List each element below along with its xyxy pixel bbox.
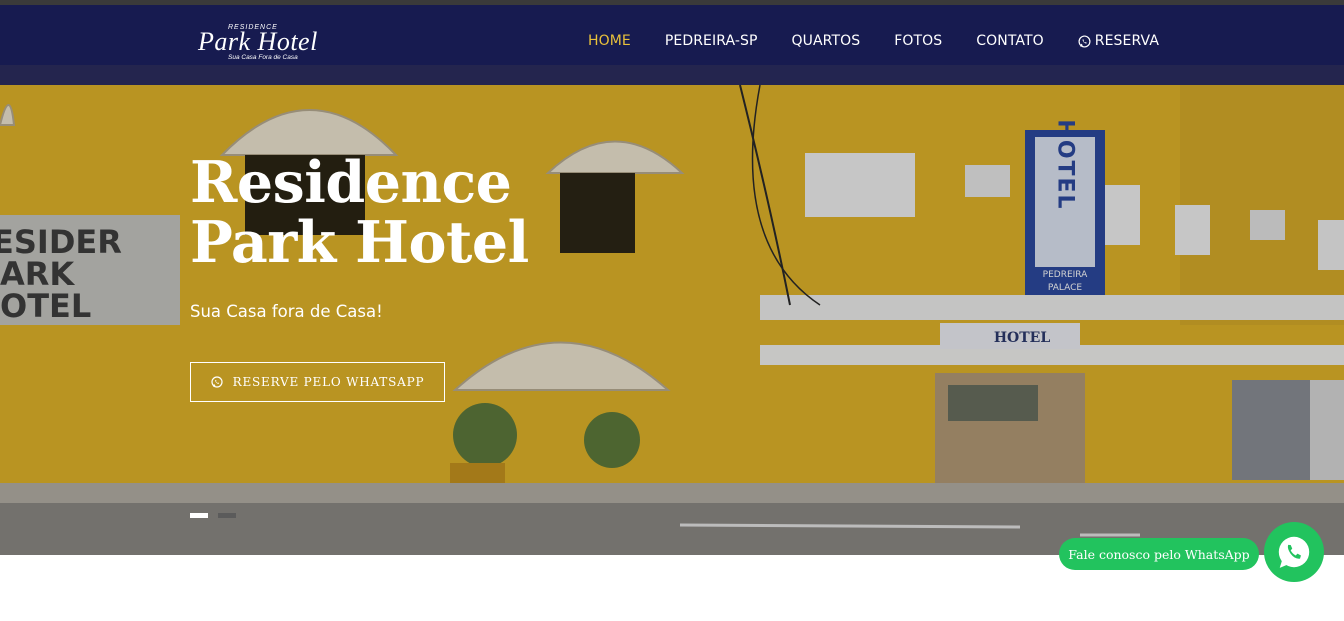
- reserve-whatsapp-button[interactable]: RESERVE PELO WHATSAPP: [190, 362, 445, 402]
- hero-title-line-2: Park Hotel: [190, 209, 529, 276]
- slider-dot-2[interactable]: [218, 513, 236, 518]
- nav-item-pedreira-sp[interactable]: PEDREIRA-SP: [665, 33, 758, 49]
- main-nav: HOME PEDREIRA-SP QUARTOS FOTOS CONTATO R…: [588, 33, 1159, 49]
- whatsapp-chat-button[interactable]: [1264, 522, 1324, 582]
- reserve-whatsapp-label: RESERVE PELO WHATSAPP: [232, 375, 425, 389]
- slider-pagination: [190, 513, 236, 518]
- whatsapp-icon: [1278, 536, 1310, 568]
- slider-dot-1[interactable]: [190, 513, 208, 518]
- nav-item-quartos[interactable]: QUARTOS: [792, 33, 861, 49]
- hero-title-line-1: Residence: [190, 149, 512, 216]
- hero-dark-overlay: [0, 5, 1344, 555]
- top-navbar: RESIDENCE Park Hotel Sua Casa Fora de Ca…: [0, 5, 1344, 85]
- top-border: [0, 0, 1344, 5]
- logo-main-text: Park Hotel: [198, 27, 318, 56]
- whatsapp-icon: [211, 376, 223, 388]
- hero-title: Residence Park Hotel: [190, 153, 529, 273]
- nav-reserva-label: RESERVA: [1094, 33, 1159, 49]
- nav-item-reserva[interactable]: RESERVA: [1078, 33, 1159, 49]
- hero-subtitle: Sua Casa fora de Casa!: [190, 302, 383, 321]
- hero-slider: ESIDER ARK OTEL HOTEL PEDREIRA PALACE HO…: [0, 5, 1344, 555]
- hotel-logo[interactable]: RESIDENCE Park Hotel Sua Casa Fora de Ca…: [198, 24, 333, 74]
- nav-item-contato[interactable]: CONTATO: [976, 33, 1044, 49]
- whatsapp-chat-label[interactable]: Fale conosco pelo WhatsApp: [1059, 538, 1259, 570]
- nav-item-home[interactable]: HOME: [588, 33, 631, 49]
- whatsapp-icon: [1078, 34, 1091, 48]
- nav-item-fotos[interactable]: FOTOS: [894, 33, 942, 49]
